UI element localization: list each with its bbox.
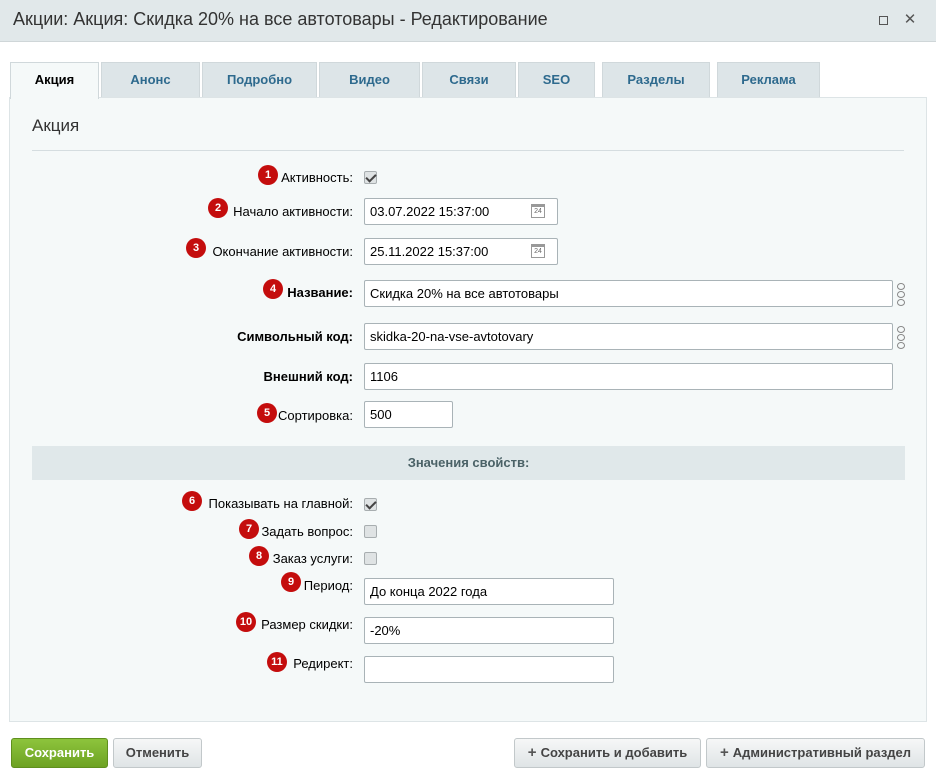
- period-label: Период:: [303, 578, 353, 593]
- tab-seo[interactable]: SEO: [518, 62, 595, 98]
- tab-video[interactable]: Видео: [319, 62, 420, 98]
- properties-section-title: Значения свойств:: [32, 446, 905, 480]
- ext-code-label: Внешний код:: [263, 369, 353, 384]
- active-label: Активность:: [281, 170, 353, 185]
- show-main-checkbox[interactable]: [364, 498, 377, 511]
- admin-section-button[interactable]: + Административный раздел: [706, 738, 925, 768]
- admin-section-label: Административный раздел: [732, 745, 912, 760]
- tab-podrobno[interactable]: Подробно: [202, 62, 317, 98]
- discount-input[interactable]: -20%: [364, 617, 614, 644]
- tab-razdely[interactable]: Разделы: [602, 62, 710, 98]
- calendar-icon[interactable]: 24: [531, 244, 545, 258]
- start-date-input[interactable]: 03.07.2022 15:37:00: [364, 198, 558, 225]
- end-label: Окончание активности:: [212, 244, 353, 259]
- plus-icon: +: [719, 744, 729, 761]
- discount-label: Размер скидки:: [261, 617, 353, 632]
- save-button[interactable]: Сохранить: [11, 738, 108, 768]
- marker-8: 8: [249, 546, 269, 566]
- ask-checkbox[interactable]: [364, 525, 377, 538]
- order-label: Заказ услуги:: [272, 551, 353, 566]
- save-and-add-button[interactable]: + Сохранить и добавить: [514, 738, 701, 768]
- tab-anons[interactable]: Анонс: [101, 62, 200, 98]
- marker-6: 6: [182, 491, 202, 511]
- end-date-input[interactable]: 25.11.2022 15:37:00: [364, 238, 558, 265]
- maximize-icon[interactable]: [876, 13, 890, 27]
- window-title: Акции: Акция: Скидка 20% на все автотова…: [13, 9, 548, 29]
- tab-akciya[interactable]: Акция: [10, 62, 99, 99]
- marker-10: 10: [236, 612, 256, 632]
- name-input[interactable]: Скидка 20% на все автотовары: [364, 280, 893, 307]
- panel-title: Акция: [32, 116, 80, 135]
- plus-icon: +: [527, 744, 537, 761]
- code-label: Символьный код:: [237, 329, 353, 344]
- marker-11: 11: [267, 652, 287, 672]
- save-and-add-label: Сохранить и добавить: [540, 745, 688, 760]
- active-checkbox[interactable]: [364, 171, 377, 184]
- marker-3: 3: [186, 238, 206, 258]
- translit-icon[interactable]: [896, 325, 906, 349]
- show-main-label: Показывать на главной:: [208, 496, 353, 511]
- marker-4: 4: [263, 279, 283, 299]
- ext-code-input[interactable]: 1106: [364, 363, 893, 390]
- redirect-label: Редирект:: [293, 656, 353, 671]
- order-checkbox[interactable]: [364, 552, 377, 565]
- code-input[interactable]: skidka-20-na-vse-avtotovary: [364, 323, 893, 350]
- tab-reklama[interactable]: Реклама: [717, 62, 820, 98]
- marker-7: 7: [239, 519, 259, 539]
- marker-1: 1: [258, 165, 278, 185]
- ask-label: Задать вопрос:: [261, 524, 353, 539]
- name-label: Название:: [287, 285, 353, 300]
- marker-2: 2: [208, 198, 228, 218]
- marker-5: 5: [257, 403, 277, 423]
- edit-panel: Акция 1 Активность: 2 Начало активности:…: [9, 97, 927, 722]
- close-icon[interactable]: ✕: [903, 12, 917, 27]
- cancel-button[interactable]: Отменить: [113, 738, 202, 768]
- marker-9: 9: [281, 572, 301, 592]
- sort-label: Сортировка:: [278, 408, 353, 423]
- sort-input[interactable]: 500: [364, 401, 453, 428]
- window-titlebar: Акции: Акция: Скидка 20% на все автотова…: [0, 0, 936, 42]
- translit-icon[interactable]: [896, 282, 906, 306]
- period-input[interactable]: До конца 2022 года: [364, 578, 614, 605]
- tab-svyazi[interactable]: Связи: [422, 62, 516, 98]
- divider: [32, 150, 904, 151]
- redirect-input[interactable]: [364, 656, 614, 683]
- calendar-icon[interactable]: 24: [531, 204, 545, 218]
- start-label: Начало активности:: [233, 204, 353, 219]
